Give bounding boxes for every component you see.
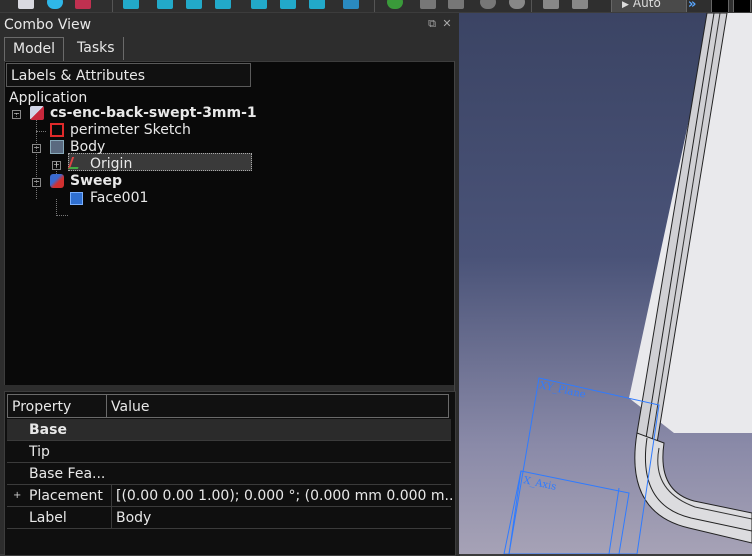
tree-item-sweep[interactable]: Sweep — [70, 173, 122, 190]
color-swatch-1[interactable] — [711, 0, 729, 12]
tree-header[interactable]: Labels & Attributes — [6, 63, 251, 87]
face-icon — [70, 192, 83, 205]
property-group-label: Base — [29, 422, 67, 438]
sweep-icon — [50, 174, 64, 188]
view-right-icon[interactable] — [215, 0, 231, 9]
tab-model[interactable]: Model — [4, 37, 65, 61]
body-icon — [50, 140, 64, 154]
color-swatch-2[interactable] — [733, 0, 751, 12]
view-top-icon[interactable] — [186, 0, 202, 9]
arrow-right-icon[interactable] — [448, 0, 464, 9]
view-bottom-icon[interactable] — [280, 0, 296, 9]
tree-item-document[interactable]: cs-enc-back-swept-3mm-1 — [50, 105, 257, 122]
tree-item-face001[interactable]: Face001 — [90, 190, 148, 207]
toolbar-overflow-icon[interactable]: » — [688, 0, 696, 12]
close-panel-icon[interactable]: ✕ — [441, 18, 453, 30]
workbench-label: Auto — [632, 0, 661, 10]
arrow-left-icon[interactable] — [420, 0, 436, 9]
expander-origin[interactable]: + — [52, 161, 61, 170]
expander-placement[interactable]: + — [13, 491, 21, 501]
property-value[interactable]: Body — [111, 507, 452, 529]
property-row-base-feature[interactable]: Base Fea... — [7, 463, 451, 485]
play-icon: ▶ — [622, 0, 629, 10]
property-name: Label — [29, 510, 67, 526]
combo-view-title: Combo View — [4, 17, 92, 33]
plus-icon[interactable] — [543, 0, 559, 9]
main-toolbar: ▶ Auto » — [0, 0, 752, 12]
sketch-icon — [50, 123, 64, 137]
view-front-icon[interactable] — [157, 0, 173, 9]
zoom-icon[interactable] — [47, 0, 63, 9]
combo-view-panel: Combo View ⧉ ✕ Model Tasks Labels & Attr… — [0, 13, 460, 556]
tree-item-origin[interactable]: Origin — [90, 156, 132, 173]
property-editor: Property Value Base Tip Base Fea... + Pl… — [4, 391, 456, 556]
view-iso-icon[interactable] — [123, 0, 139, 9]
tree-item-perimeter-sketch[interactable]: perimeter Sketch — [70, 122, 191, 139]
view-cube-icon[interactable] — [75, 0, 91, 9]
viewport-scene: XY_Plane X_Axis — [503, 13, 752, 554]
3d-viewport[interactable]: XY_Plane X_Axis — [459, 13, 752, 554]
measure-icon[interactable] — [343, 0, 359, 9]
model-tree: Labels & Attributes Application − cs-enc… — [4, 61, 456, 386]
property-row-placement[interactable]: + Placement [(0.00 0.00 1.00); 0.000 °; … — [7, 485, 452, 507]
expander-document[interactable]: − — [12, 110, 21, 119]
property-group-base[interactable]: Base — [7, 419, 451, 441]
view-left-icon[interactable] — [309, 0, 325, 9]
tab-tasks[interactable]: Tasks — [69, 37, 124, 60]
document-icon — [30, 106, 44, 120]
property-column-header[interactable]: Property — [7, 394, 107, 418]
property-row-label[interactable]: Label Body — [7, 507, 451, 529]
tree-root-label: Application — [9, 90, 88, 106]
property-name: Placement — [29, 488, 103, 504]
refresh-icon[interactable] — [480, 0, 496, 9]
expander-sweep[interactable]: − — [32, 178, 41, 187]
stop-icon[interactable] — [509, 0, 525, 9]
tree-item-body[interactable]: Body — [70, 139, 105, 156]
property-name: Tip — [29, 444, 50, 460]
web-icon[interactable] — [387, 0, 403, 9]
document-icon[interactable] — [18, 0, 34, 9]
workbench-selector[interactable]: ▶ Auto — [611, 0, 687, 12]
float-panel-icon[interactable]: ⧉ — [426, 18, 438, 30]
property-row-tip[interactable]: Tip — [7, 441, 451, 463]
value-column-header[interactable]: Value — [106, 394, 449, 418]
property-value[interactable]: [(0.00 0.00 1.00); 0.000 °; (0.000 mm 0.… — [111, 485, 452, 507]
view-rear-icon[interactable] — [251, 0, 267, 9]
minus-icon[interactable] — [572, 0, 588, 9]
property-name: Base Fea... — [29, 466, 106, 482]
expander-body[interactable]: − — [32, 144, 41, 153]
